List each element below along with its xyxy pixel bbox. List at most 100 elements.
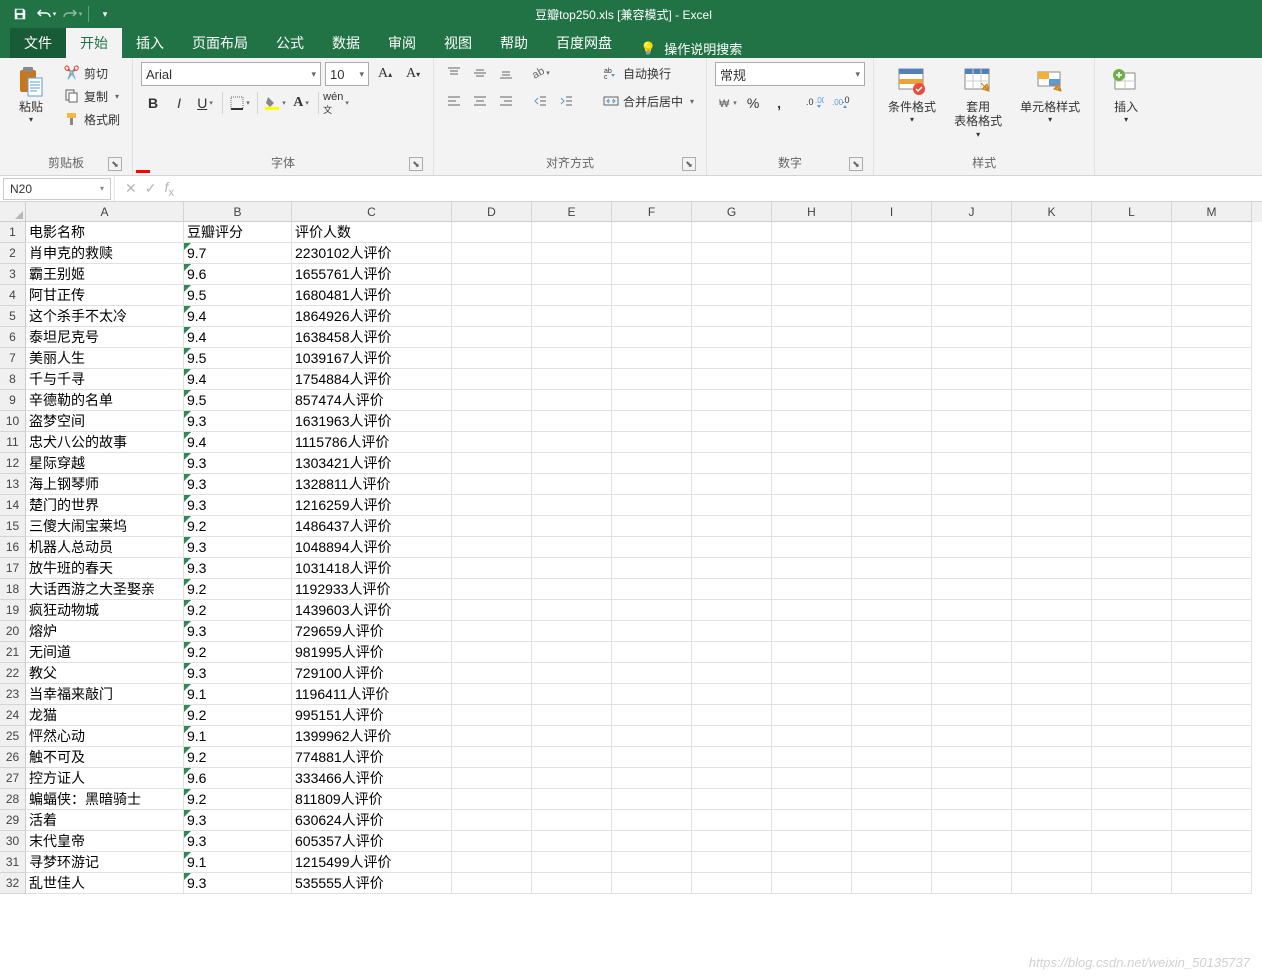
cell[interactable] [1012, 810, 1092, 831]
cell[interactable] [452, 789, 532, 810]
row-header[interactable]: 27 [0, 768, 26, 789]
cell[interactable] [772, 306, 852, 327]
cell[interactable] [932, 810, 1012, 831]
cell[interactable] [1172, 621, 1252, 642]
cell[interactable] [692, 537, 772, 558]
cell[interactable] [932, 579, 1012, 600]
cell[interactable] [1092, 768, 1172, 789]
cell[interactable] [1092, 432, 1172, 453]
cell[interactable]: 9.1 [184, 852, 292, 873]
cell[interactable] [1012, 579, 1092, 600]
row-header[interactable]: 23 [0, 684, 26, 705]
cell[interactable] [612, 684, 692, 705]
cell[interactable] [532, 495, 612, 516]
cell[interactable]: 9.3 [184, 495, 292, 516]
bold-button[interactable]: B [141, 92, 165, 114]
cell[interactable] [1012, 348, 1092, 369]
cell[interactable] [772, 516, 852, 537]
cell[interactable] [612, 306, 692, 327]
cell[interactable] [1092, 264, 1172, 285]
insert-cells-button[interactable]: 插入▾ [1103, 62, 1149, 129]
cell[interactable] [932, 600, 1012, 621]
cell[interactable] [612, 579, 692, 600]
cell[interactable] [772, 264, 852, 285]
cell[interactable] [532, 726, 612, 747]
cell[interactable]: 楚门的世界 [26, 495, 184, 516]
cell[interactable] [532, 810, 612, 831]
cell[interactable] [932, 453, 1012, 474]
cell[interactable]: 放牛班的春天 [26, 558, 184, 579]
cell[interactable] [1012, 705, 1092, 726]
cell[interactable] [932, 306, 1012, 327]
decrease-indent-button[interactable] [528, 90, 552, 112]
cell[interactable] [532, 285, 612, 306]
cell[interactable] [1012, 327, 1092, 348]
cell[interactable] [612, 348, 692, 369]
cell[interactable]: 333466人评价 [292, 768, 452, 789]
cell[interactable] [1092, 495, 1172, 516]
cell[interactable] [932, 495, 1012, 516]
cell[interactable] [1172, 726, 1252, 747]
cell[interactable]: 9.2 [184, 789, 292, 810]
cell[interactable] [452, 831, 532, 852]
cell[interactable] [932, 663, 1012, 684]
cell[interactable] [532, 852, 612, 873]
cell[interactable]: 1216259人评价 [292, 495, 452, 516]
cell[interactable] [532, 264, 612, 285]
cell[interactable]: 无间道 [26, 642, 184, 663]
cell[interactable] [692, 264, 772, 285]
cell[interactable] [612, 432, 692, 453]
cell[interactable] [772, 789, 852, 810]
tell-me[interactable]: 💡 操作说明搜索 [626, 39, 756, 58]
cell[interactable] [612, 831, 692, 852]
cell[interactable] [692, 516, 772, 537]
cell[interactable] [1172, 558, 1252, 579]
cell[interactable] [772, 390, 852, 411]
cell[interactable]: 霸王别姬 [26, 264, 184, 285]
row-header[interactable]: 3 [0, 264, 26, 285]
cell[interactable] [1092, 600, 1172, 621]
percent-button[interactable]: % [741, 92, 765, 114]
cell[interactable] [612, 621, 692, 642]
increase-indent-button[interactable] [554, 90, 578, 112]
shrink-font-button[interactable]: A▾ [401, 63, 425, 85]
cell[interactable] [612, 558, 692, 579]
cell[interactable] [452, 726, 532, 747]
row-header[interactable]: 18 [0, 579, 26, 600]
enter-formula-button[interactable]: ✓ [145, 180, 157, 197]
cell[interactable] [612, 873, 692, 894]
cell[interactable]: 疯狂动物城 [26, 600, 184, 621]
cell[interactable] [932, 222, 1012, 243]
cell[interactable] [852, 369, 932, 390]
copy-button[interactable]: 复制 [60, 85, 124, 107]
cell[interactable] [772, 600, 852, 621]
cell[interactable] [1092, 852, 1172, 873]
cell[interactable] [532, 747, 612, 768]
cell[interactable] [1172, 873, 1252, 894]
cell[interactable] [692, 558, 772, 579]
cell[interactable]: 9.1 [184, 726, 292, 747]
undo-button[interactable]: ▾ [34, 2, 58, 26]
fill-color-button[interactable] [263, 92, 287, 114]
cell[interactable] [1012, 789, 1092, 810]
cell[interactable] [1172, 705, 1252, 726]
cell[interactable] [1172, 327, 1252, 348]
cell[interactable] [532, 789, 612, 810]
cell[interactable] [612, 537, 692, 558]
cell[interactable] [772, 537, 852, 558]
row-header[interactable]: 19 [0, 600, 26, 621]
col-header-L[interactable]: L [1092, 202, 1172, 222]
cell[interactable] [852, 747, 932, 768]
cell[interactable] [452, 348, 532, 369]
cell[interactable] [1012, 369, 1092, 390]
cell[interactable] [1172, 579, 1252, 600]
cell[interactable] [532, 873, 612, 894]
cell[interactable] [1012, 432, 1092, 453]
cut-button[interactable]: ✂️剪切 [60, 62, 124, 84]
cell[interactable] [612, 705, 692, 726]
cell[interactable] [612, 852, 692, 873]
cell[interactable] [1012, 474, 1092, 495]
cell[interactable] [692, 453, 772, 474]
cell[interactable] [852, 600, 932, 621]
cell[interactable] [452, 243, 532, 264]
